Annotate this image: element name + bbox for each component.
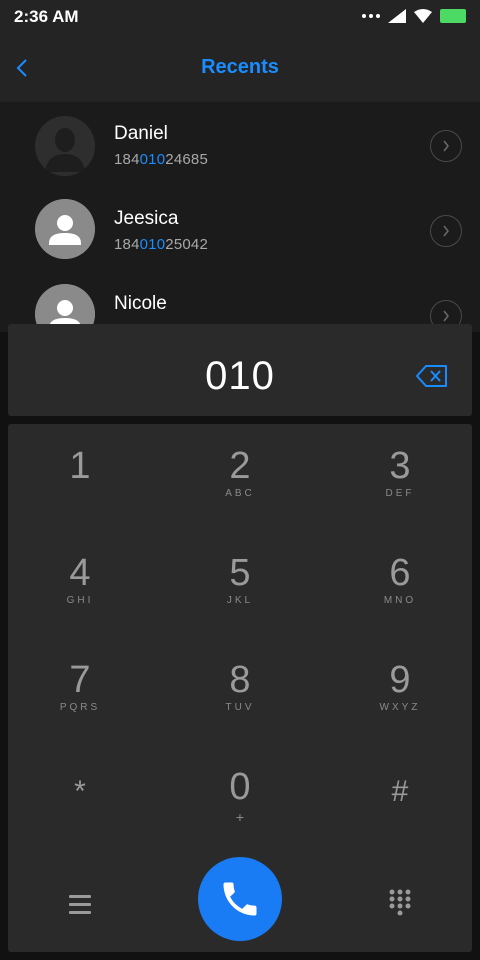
key-5[interactable]: 5 JKL xyxy=(165,531,315,631)
contact-number: 18401025042 xyxy=(114,236,208,253)
dial-input-display: 010 xyxy=(8,324,472,416)
key-hash[interactable]: # xyxy=(325,745,475,845)
page-title: Recents xyxy=(201,56,279,78)
contact-name: Nicole xyxy=(114,293,167,314)
dialpad: 1 2 ABC 3 DEF 4 GHI 5 JKL 6 MNO 7 PQRS 8… xyxy=(8,424,472,952)
battery-icon xyxy=(440,9,466,23)
recents-list: Daniel 18401024685 Jeesica 18401025042 N… xyxy=(0,102,480,332)
avatar xyxy=(35,116,95,176)
key-7[interactable]: 7 PQRS xyxy=(5,638,155,738)
more-dots-icon xyxy=(362,14,380,18)
chevron-right-icon xyxy=(443,310,449,322)
details-button[interactable] xyxy=(430,215,462,247)
list-item[interactable]: Daniel 18401024685 xyxy=(0,102,480,187)
dialpad-grid-icon xyxy=(389,889,411,916)
backspace-button[interactable] xyxy=(416,364,448,388)
signal-icon xyxy=(388,9,406,23)
list-item[interactable]: Jeesica 18401025042 xyxy=(0,187,480,272)
wifi-icon xyxy=(414,9,432,23)
chevron-right-icon xyxy=(443,140,449,152)
contact-number: 18401024685 xyxy=(114,151,208,168)
key-star[interactable]: * xyxy=(5,745,155,845)
key-2[interactable]: 2 ABC xyxy=(165,424,315,524)
key-0[interactable]: 0 + xyxy=(165,745,315,845)
contact-name: Jeesica xyxy=(114,208,179,229)
details-button[interactable] xyxy=(430,130,462,162)
status-bar: 2:36 AM xyxy=(0,0,480,34)
dialed-number: 010 xyxy=(205,354,275,398)
header: Recents xyxy=(0,34,480,102)
key-4[interactable]: 4 GHI xyxy=(5,531,155,631)
key-1[interactable]: 1 xyxy=(5,424,155,524)
backspace-icon xyxy=(416,365,447,387)
call-button[interactable] xyxy=(198,857,282,941)
status-time: 2:36 AM xyxy=(14,7,79,26)
status-icons xyxy=(362,9,466,23)
dialpad-toggle-button[interactable] xyxy=(386,888,414,918)
contact-name: Daniel xyxy=(114,123,168,144)
chevron-right-icon xyxy=(443,225,449,237)
menu-button[interactable] xyxy=(64,888,96,920)
key-9[interactable]: 9 WXYZ xyxy=(325,638,475,738)
avatar xyxy=(35,199,95,259)
menu-icon xyxy=(69,894,91,898)
list-item[interactable]: Nicole 1840105678 xyxy=(0,272,480,332)
key-3[interactable]: 3 DEF xyxy=(325,424,475,524)
key-8[interactable]: 8 TUV xyxy=(165,638,315,738)
phone-icon xyxy=(223,882,257,916)
key-6[interactable]: 6 MNO xyxy=(325,531,475,631)
